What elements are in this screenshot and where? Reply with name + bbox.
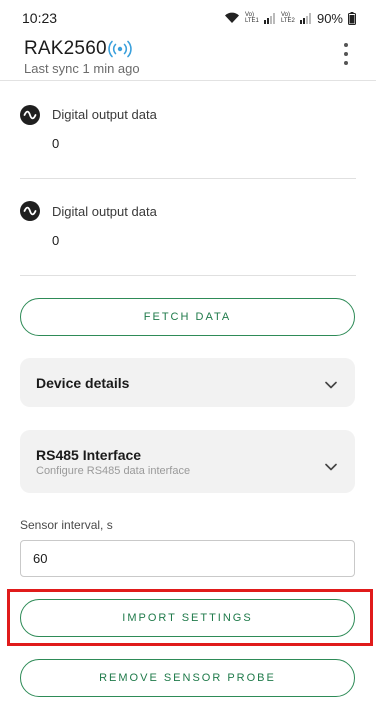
- device-details-card[interactable]: Device details: [20, 358, 355, 407]
- chevron-down-icon: [325, 458, 337, 476]
- data-row-value: 0: [52, 233, 60, 248]
- row-divider: [20, 275, 356, 276]
- card-title: RS485 Interface: [36, 447, 142, 463]
- wifi-icon: [224, 12, 240, 24]
- card-title: Device details: [36, 375, 130, 391]
- sim1-label: Vo) LTE1: [244, 12, 259, 24]
- app-header: RAK2560 Last sync 1 min ago: [0, 36, 376, 80]
- sim2-label: Vo) LTE2: [280, 12, 295, 24]
- status-icons: Vo) LTE1 Vo) LTE2 90%: [224, 11, 356, 26]
- chevron-down-icon: [325, 376, 337, 394]
- data-row: Digital output data 0: [0, 81, 376, 178]
- more-vert-icon[interactable]: [338, 40, 354, 68]
- device-title: RAK2560: [24, 38, 107, 59]
- data-row-value: 0: [52, 136, 60, 151]
- signal-icon: [263, 12, 276, 24]
- sensor-interval-label: Sensor interval, s: [20, 518, 113, 532]
- battery-percent: 90%: [316, 10, 343, 26]
- signal-icon: [299, 12, 312, 24]
- import-settings-button[interactable]: IMPORT SETTINGS: [20, 599, 355, 637]
- status-time: 10:23: [22, 10, 58, 26]
- battery-icon: [348, 11, 356, 25]
- rs485-interface-card[interactable]: RS485 Interface Configure RS485 data int…: [20, 430, 355, 493]
- remove-sensor-probe-button[interactable]: REMOVE SENSOR PROBE: [20, 659, 355, 697]
- waveform-icon: [20, 105, 40, 125]
- card-subtitle: Configure RS485 data interface: [36, 465, 191, 477]
- data-row-label: Digital output data: [52, 204, 157, 219]
- data-row-label: Digital output data: [52, 107, 157, 122]
- data-row: Digital output data 0: [0, 179, 376, 276]
- status-bar: 10:23 Vo) LTE1 Vo) LTE2 90%: [0, 0, 376, 36]
- waveform-icon: [20, 201, 40, 221]
- last-sync-text: Last sync 1 min ago: [24, 61, 140, 76]
- sensor-interval-input[interactable]: [20, 540, 355, 577]
- fetch-data-button[interactable]: FETCH DATA: [20, 298, 355, 336]
